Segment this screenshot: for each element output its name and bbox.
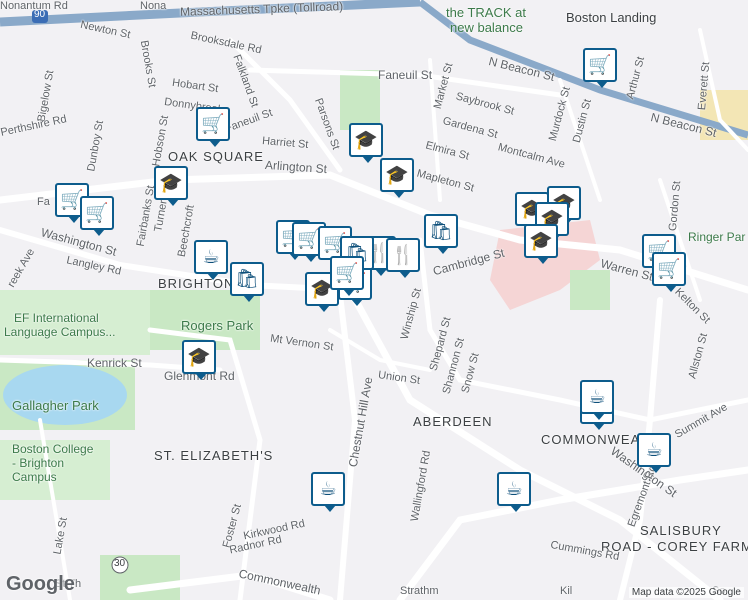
fork-knife-icon[interactable]: 🍴 <box>386 238 420 278</box>
park-hospital <box>570 270 610 310</box>
route-30-label: 30 <box>114 558 126 569</box>
graduation-cap-icon[interactable]: 🎓 <box>154 166 188 206</box>
poi-bc[interactable]: Boston College <box>12 442 93 456</box>
poi-ef-2[interactable]: Language Campus... <box>4 325 115 339</box>
graduation-cap-icon[interactable]: 🎓 <box>349 123 383 163</box>
area-salisbury: SALISBURY <box>640 523 722 538</box>
coffee-cup-icon[interactable]: ☕ <box>580 380 614 420</box>
shopping-cart-icon[interactable]: 🛒 <box>652 252 686 292</box>
poi-rogers-park[interactable]: Rogers Park <box>181 318 253 333</box>
graduation-cap-icon[interactable]: 🎓 <box>380 158 414 198</box>
route-90-label: 90 <box>34 9 46 20</box>
poi-gallagher[interactable]: Gallagher Park <box>12 398 99 413</box>
map-canvas[interactable]: OAK SQUARE BRIGHTON ABERDEEN ST. ELIZABE… <box>0 0 748 600</box>
shopping-cart-icon[interactable]: 🛒 <box>196 107 230 147</box>
street-kil: Kil <box>560 585 573 597</box>
area-st-elizabeths: ST. ELIZABETH'S <box>154 448 274 463</box>
coffee-cup-icon[interactable]: ☕ <box>637 433 671 473</box>
graduation-cap-icon[interactable]: 🎓 <box>524 224 558 264</box>
street-kenrick: Kenrick St <box>87 356 142 370</box>
area-brighton: BRIGHTON <box>158 276 235 291</box>
poi-boston-landing[interactable]: Boston Landing <box>566 10 656 25</box>
park-south <box>100 555 180 600</box>
shopping-cart-icon[interactable]: 🛒 <box>583 48 617 88</box>
shopping-cart-icon[interactable]: 🛒 <box>80 196 114 236</box>
map-attribution[interactable]: Map data ©2025 Google <box>628 587 744 598</box>
park-north <box>340 70 380 130</box>
coffee-cup-icon[interactable]: ☕ <box>497 472 531 512</box>
street-strathmore: Strathm <box>400 585 439 597</box>
coffee-cup-icon[interactable]: ☕ <box>194 240 228 280</box>
poi-track-2[interactable]: new balance <box>450 20 523 35</box>
graduation-cap-icon[interactable]: 🎓 <box>182 340 216 380</box>
street-nona: Nona <box>140 0 167 12</box>
poi-track[interactable]: the TRACK at <box>446 5 526 20</box>
area-road-corey: ROAD - COREY FARM <box>601 539 748 554</box>
poi-bc-2[interactable]: - Brighton <box>12 456 64 470</box>
poi-ringer[interactable]: Ringer Par <box>688 230 745 244</box>
shopping-cart-icon[interactable]: 🛒 <box>330 256 364 296</box>
google-logo[interactable]: Google <box>6 573 75 596</box>
pond-water <box>3 365 127 425</box>
area-aberdeen: ABERDEEN <box>413 414 493 429</box>
street-fa: Fa <box>37 196 50 208</box>
shopping-bag-icon[interactable]: 🛍 <box>230 262 264 302</box>
coffee-cup-icon[interactable]: ☕ <box>311 472 345 512</box>
poi-bc-3[interactable]: Campus <box>12 470 57 484</box>
shopping-bag-icon[interactable]: 🛍 <box>424 214 458 254</box>
area-oak-square: OAK SQUARE <box>168 149 264 164</box>
street-faneuil-2: Faneuil St <box>378 68 433 82</box>
poi-ef[interactable]: EF International <box>14 311 99 325</box>
